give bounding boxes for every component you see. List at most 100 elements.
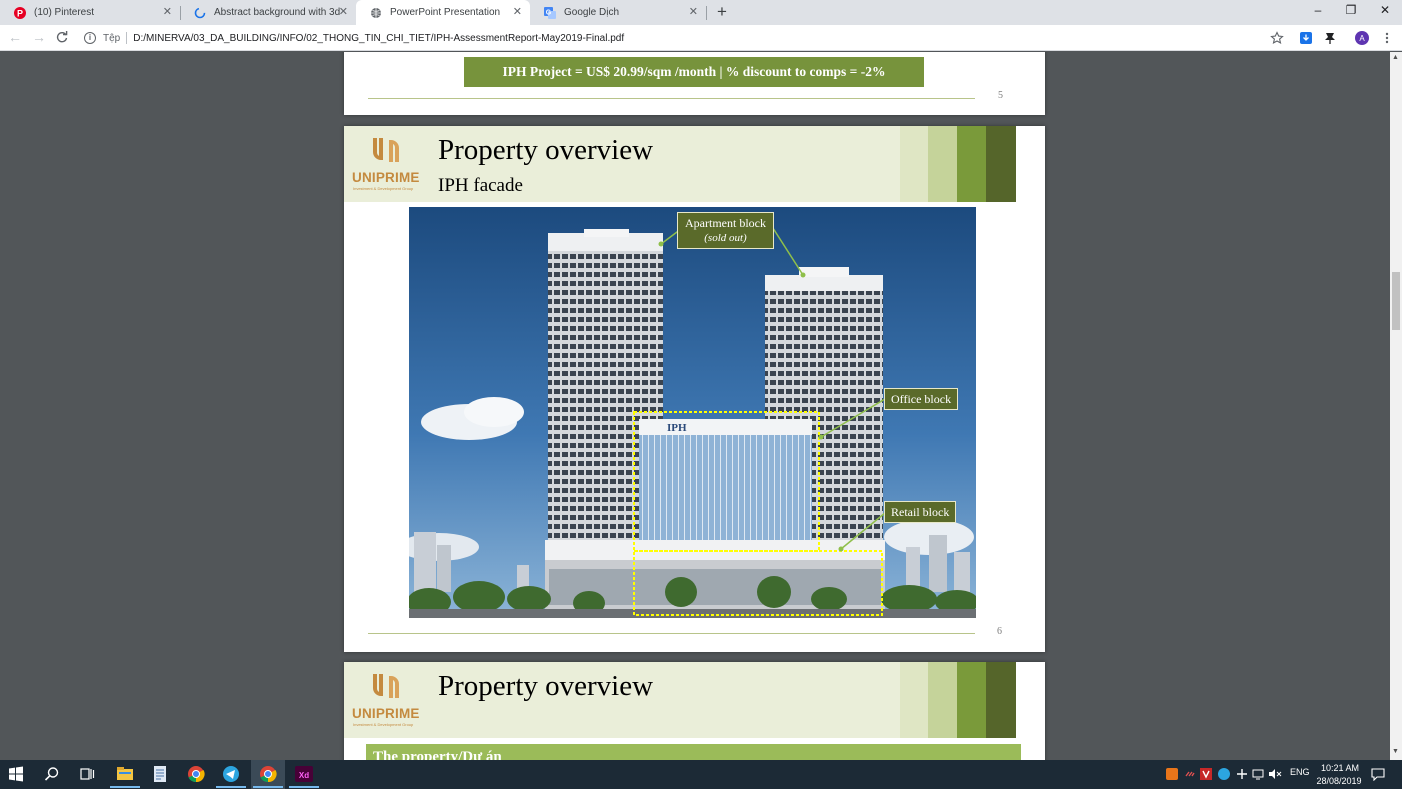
extension-pin-icon[interactable] xyxy=(1323,31,1337,45)
tray-v-icon[interactable] xyxy=(1200,768,1212,780)
file-explorer-icon[interactable] xyxy=(115,764,135,784)
task-view-icon[interactable] xyxy=(79,766,95,782)
background-building xyxy=(929,535,947,592)
svg-text:Xd: Xd xyxy=(299,771,309,780)
tab-powerpoint-presentation[interactable]: PowerPoint Presentation ✕ xyxy=(356,0,530,25)
tower-crown xyxy=(765,275,883,291)
input-language[interactable]: ENG xyxy=(1290,767,1310,777)
scrollbar-thumb[interactable] xyxy=(1392,272,1400,330)
back-button[interactable]: ← xyxy=(6,29,24,45)
close-icon[interactable]: ✕ xyxy=(339,6,348,18)
restore-button[interactable]: ❐ xyxy=(1341,3,1361,17)
tray-link-icon[interactable] xyxy=(1184,768,1196,780)
notepad-icon[interactable] xyxy=(150,764,170,784)
header-stripe xyxy=(928,662,957,738)
extension-download-icon[interactable] xyxy=(1299,31,1313,45)
tab-title: PowerPoint Presentation xyxy=(390,7,501,18)
page-number: 6 xyxy=(997,626,1002,637)
window-close-button[interactable]: ✕ xyxy=(1375,3,1395,17)
windows-start-icon[interactable] xyxy=(8,766,24,782)
header-stripe xyxy=(957,126,986,202)
footer-rule xyxy=(368,98,975,99)
tray-app-icon[interactable] xyxy=(1166,768,1178,780)
tab-google-translate[interactable]: G Google Dịch ✕ xyxy=(530,0,706,25)
star-icon[interactable] xyxy=(1270,31,1284,45)
tab-abstract-background[interactable]: Abstract background with 3d flui ✕ xyxy=(180,0,356,25)
tower-crown xyxy=(584,229,629,237)
tray-display-icon[interactable] xyxy=(1252,768,1264,780)
volume-muted-icon[interactable] xyxy=(1268,768,1282,780)
scroll-down-icon[interactable]: ▼ xyxy=(1392,748,1399,755)
tower-crown xyxy=(799,267,849,277)
leader-dot xyxy=(838,546,844,552)
page-number: 5 xyxy=(998,90,1003,101)
svg-text:G: G xyxy=(546,9,552,16)
address-divider xyxy=(126,32,128,44)
forward-button[interactable]: → xyxy=(30,29,48,45)
close-icon[interactable]: ✕ xyxy=(689,6,698,18)
pinterest-icon: P xyxy=(14,6,26,19)
scroll-up-icon[interactable]: ▲ xyxy=(1392,54,1399,61)
header-stripe xyxy=(986,126,1016,202)
slide-header: UNIPRIME Investment & Development Group … xyxy=(344,662,1016,738)
browser-toolbar: ← → i Tệp D:/MINERVA/03_DA_BUILDING/INFO… xyxy=(0,25,1402,51)
google-translate-icon: G xyxy=(544,6,556,19)
callout-note: (sold out) xyxy=(704,232,747,244)
uniprime-logo-text: UNIPRIME xyxy=(352,170,420,185)
close-icon[interactable]: ✕ xyxy=(163,6,172,18)
minimize-button[interactable]: – xyxy=(1308,3,1328,17)
callout-office-block: Office block xyxy=(884,388,959,410)
vertical-scrollbar[interactable]: ▲ ▼ xyxy=(1390,52,1402,760)
background-building xyxy=(414,532,436,592)
header-stripe xyxy=(986,662,1016,738)
pdf-page-6: UNIPRIME Investment & Development Group … xyxy=(344,126,1045,652)
tray-network-icon[interactable] xyxy=(1236,768,1248,780)
slide-header: UNIPRIME Investment & Development Group … xyxy=(344,126,1016,202)
header-stripe xyxy=(900,126,928,202)
search-icon[interactable] xyxy=(44,766,60,782)
callout-label: Apartment block xyxy=(685,216,766,230)
reload-icon[interactable] xyxy=(55,30,69,44)
uniprime-logo-icon xyxy=(373,138,399,162)
uniprime-logo-tagline: Investment & Development Group xyxy=(353,722,414,727)
loading-icon xyxy=(194,7,206,18)
new-tab-button[interactable]: + xyxy=(712,2,732,22)
running-indicator xyxy=(110,786,140,788)
slide-title: Property overview xyxy=(438,670,654,702)
profile-avatar[interactable]: A xyxy=(1355,31,1369,45)
callout-apartment-block: Apartment block (sold out) xyxy=(677,212,774,249)
telegram-icon[interactable] xyxy=(221,764,241,784)
uniprime-logo-icon xyxy=(373,674,399,698)
uniprime-logo-text: UNIPRIME xyxy=(352,706,420,721)
tray-telegram-icon[interactable] xyxy=(1218,768,1230,780)
slide-subtitle: IPH facade xyxy=(438,175,523,196)
adobe-xd-icon[interactable]: Xd xyxy=(294,764,314,784)
tab-separator xyxy=(706,6,707,20)
address-scheme: Tệp xyxy=(103,32,121,44)
tab-title: Abstract background with 3d flui xyxy=(214,7,340,18)
header-stripe xyxy=(900,662,928,738)
tray-date[interactable]: 28/08/2019 xyxy=(1316,776,1362,786)
chrome-icon[interactable] xyxy=(186,764,206,784)
tab-title: (10) Pinterest xyxy=(34,7,95,18)
street xyxy=(409,609,976,618)
windows-taskbar: Xd ENG 10:21 AM 28/08/2019 xyxy=(0,760,1402,789)
leader-dot xyxy=(800,272,806,278)
svg-text:A: A xyxy=(1359,34,1365,43)
tray-time[interactable]: 10:21 AM xyxy=(1320,763,1360,773)
address-url: D:/MINERVA/03_DA_BUILDING/INFO/02_THONG_… xyxy=(133,32,625,44)
close-icon[interactable]: ✕ xyxy=(513,6,522,18)
running-indicator xyxy=(253,786,283,788)
uniprime-logo-tagline: Investment & Development Group xyxy=(353,186,414,191)
menu-icon[interactable] xyxy=(1380,31,1394,45)
svg-text:P: P xyxy=(17,8,23,18)
chrome-icon-active[interactable] xyxy=(258,764,278,784)
notification-icon[interactable] xyxy=(1371,767,1385,781)
tab-strip: P (10) Pinterest ✕ Abstract background w… xyxy=(0,0,1402,25)
tab-pinterest[interactable]: P (10) Pinterest ✕ xyxy=(0,0,180,25)
background-building xyxy=(954,552,970,592)
info-icon[interactable]: i xyxy=(84,32,96,44)
office-block xyxy=(639,419,812,559)
address-bar[interactable]: i Tệp D:/MINERVA/03_DA_BUILDING/INFO/02_… xyxy=(84,29,624,47)
building-sign: IPH xyxy=(667,422,687,434)
